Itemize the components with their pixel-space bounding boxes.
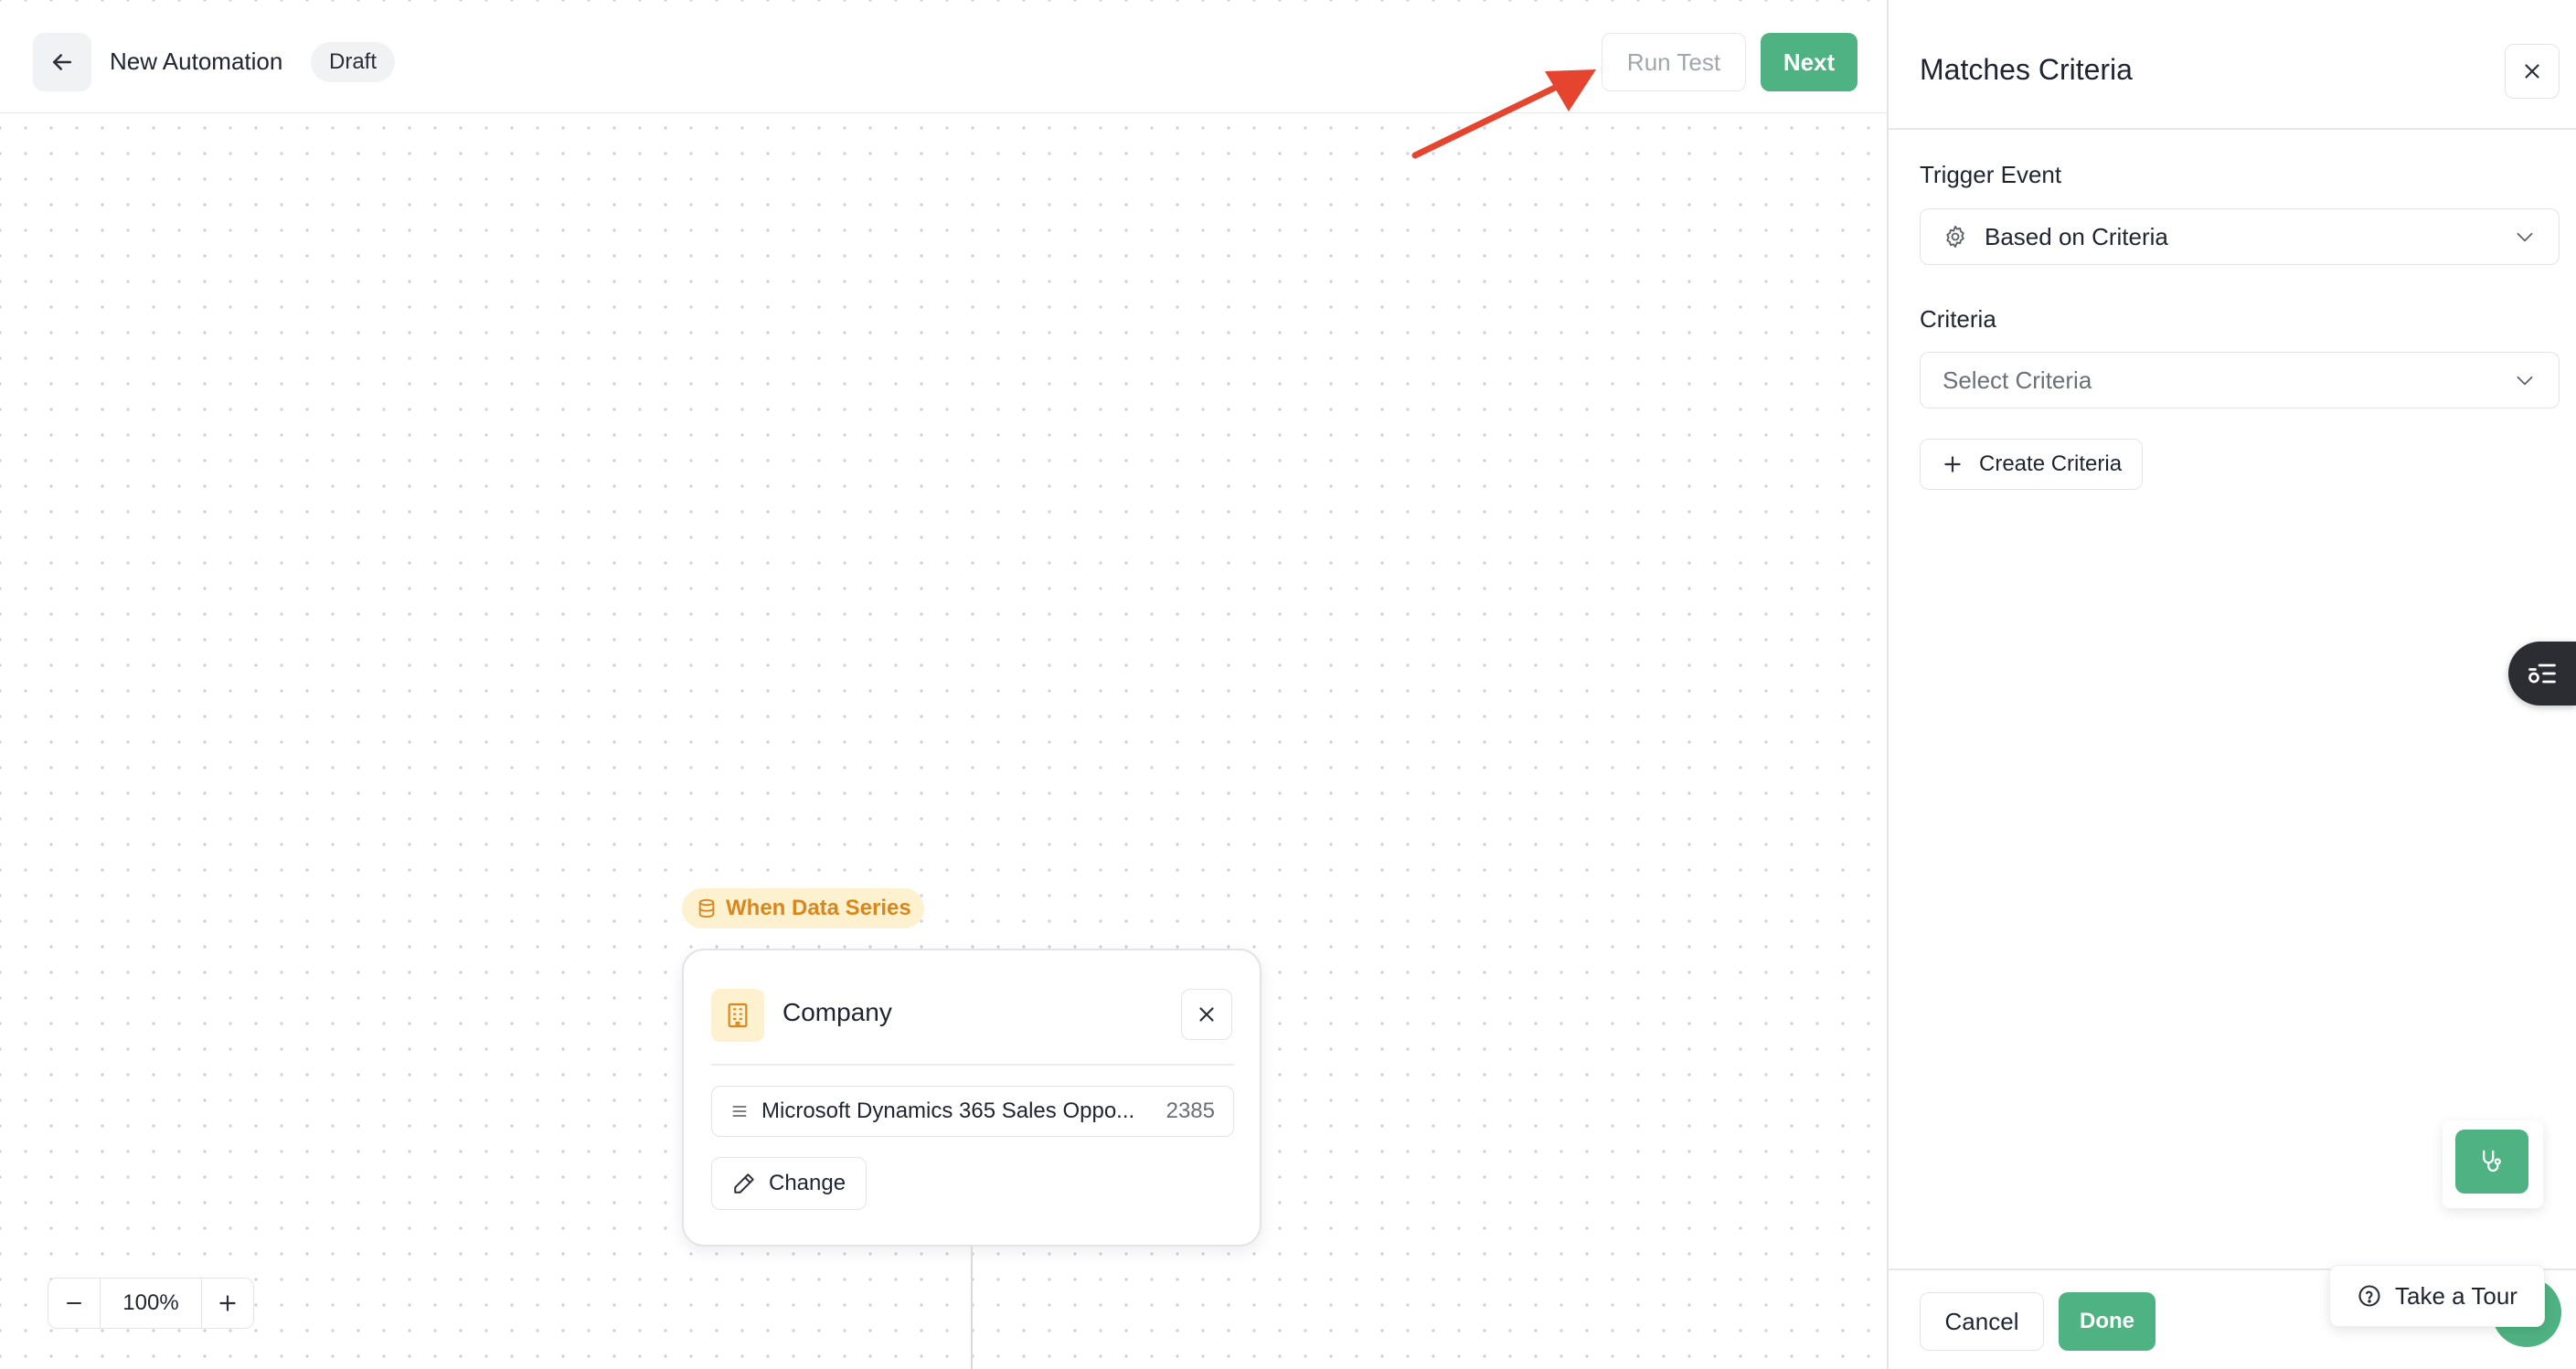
building-icon <box>711 989 764 1042</box>
arrow-left-icon <box>53 54 71 70</box>
zoom-control: 100% <box>48 1278 254 1329</box>
chevron-down-icon <box>2517 232 2533 242</box>
plus-icon <box>219 1295 236 1311</box>
stethoscope-icon <box>2483 1150 2501 1173</box>
close-icon <box>2525 64 2539 79</box>
status-badge: Draft <box>311 42 396 82</box>
automation-canvas[interactable]: New Automation Draft Run Test Next When … <box>0 0 1887 1369</box>
done-button[interactable]: Done <box>2059 1292 2156 1351</box>
panel-close-button[interactable] <box>2505 44 2560 99</box>
zoom-out-button[interactable] <box>48 1279 100 1328</box>
run-test-button[interactable]: Run Test <box>1602 33 1746 91</box>
gear-icon <box>1946 225 1964 249</box>
node-title: Company <box>782 998 892 1026</box>
criteria-label: Criteria <box>1920 305 1996 333</box>
data-source-count: 2385 <box>1166 1098 1215 1123</box>
close-icon <box>1199 1007 1214 1022</box>
take-a-tour-button[interactable]: Take a Tour <box>2329 1265 2545 1327</box>
cancel-button[interactable]: Cancel <box>1920 1292 2044 1351</box>
node-divider <box>711 1064 1234 1066</box>
trigger-event-label: Trigger Event <box>1920 161 2062 188</box>
criteria-placeholder: Select Criteria <box>1943 366 2092 394</box>
zoom-in-button[interactable] <box>202 1279 253 1328</box>
trigger-node-card[interactable]: Company Microsoft Dynamics 365 Sales Opp… <box>682 949 1261 1247</box>
back-button[interactable] <box>33 33 91 91</box>
create-criteria-button[interactable]: Create Criteria <box>1920 439 2144 490</box>
data-source-name: Microsoft Dynamics 365 Sales Oppo... <box>761 1098 1135 1123</box>
minus-icon <box>67 1302 81 1304</box>
next-button[interactable]: Next <box>1761 33 1857 91</box>
trigger-event-select[interactable]: Based on Criteria <box>1920 208 2560 265</box>
zoom-level: 100% <box>100 1279 202 1328</box>
chevron-down-icon <box>2517 376 2533 386</box>
support-widget <box>2443 1120 2543 1208</box>
panel-divider <box>1889 128 2576 130</box>
node-connector-line <box>971 1247 973 1369</box>
support-button[interactable] <box>2455 1130 2528 1194</box>
annotation-arrow <box>1411 69 1596 159</box>
create-criteria-label: Create Criteria <box>1979 451 2123 476</box>
filter-list-icon <box>2528 663 2556 684</box>
trigger-tag-label: When Data Series <box>726 896 911 920</box>
trigger-tag: When Data Series <box>682 888 924 929</box>
list-icon <box>732 1106 747 1117</box>
database-icon <box>698 898 715 918</box>
help-circle-icon <box>2358 1285 2380 1307</box>
criteria-select[interactable]: Select Criteria <box>1920 352 2560 409</box>
trigger-event-value: Based on Criteria <box>1985 222 2168 250</box>
change-button-label: Change <box>769 1171 846 1195</box>
plus-icon <box>1944 456 1961 472</box>
take-a-tour-label: Take a Tour <box>2395 1281 2517 1310</box>
data-source-row[interactable]: Microsoft Dynamics 365 Sales Oppo... 238… <box>711 1086 1234 1137</box>
panel-title: Matches Criteria <box>1920 53 2133 86</box>
change-button[interactable]: Change <box>711 1157 868 1210</box>
node-remove-button[interactable] <box>1181 989 1232 1040</box>
automation-title: New Automation <box>110 48 283 75</box>
pencil-icon <box>734 1173 754 1194</box>
filter-widget-button[interactable] <box>2508 642 2576 706</box>
